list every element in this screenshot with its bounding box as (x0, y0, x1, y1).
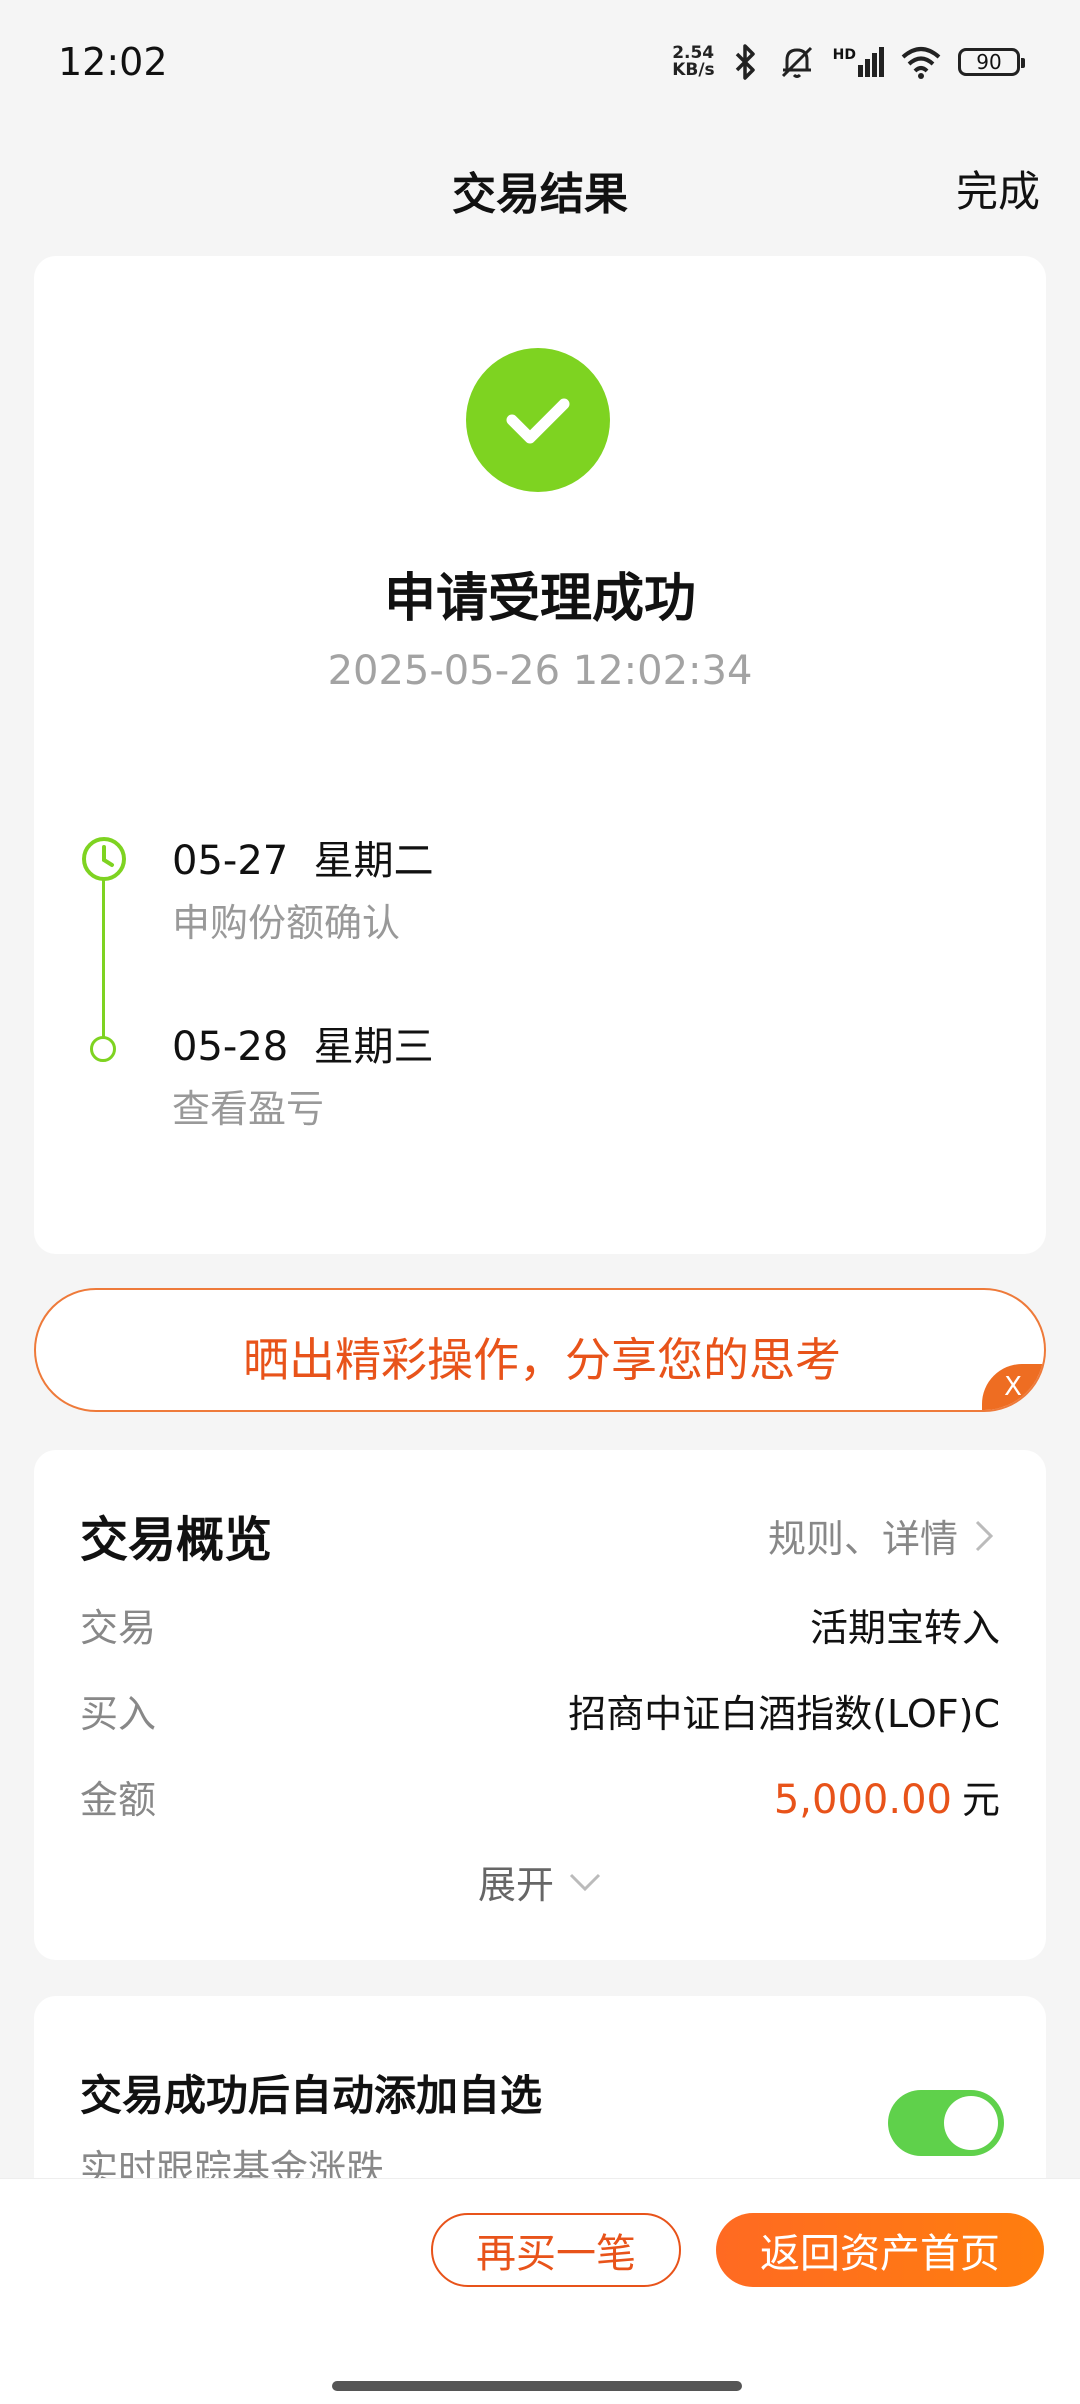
trade-overview-card: 交易概览 规则、详情 交易 活期宝转入 买入 招商中证白酒指数(LOF)C 金额… (34, 1450, 1046, 1960)
timeline-date: 05-27 星期二 (172, 838, 434, 884)
row-label: 金额 (80, 1777, 157, 1822)
auto-add-toggle[interactable] (888, 2090, 1004, 2156)
header: 交易结果 完成 (0, 130, 1080, 230)
overview-row-amount: 金额 5,000.00 元 (80, 1766, 1000, 1826)
result-timestamp: 2025-05-26 12:02:34 (327, 648, 753, 694)
timeline-desc: 查看盈亏 (172, 1087, 325, 1131)
amount-value: 5,000.00 (773, 1776, 952, 1823)
row-value: 活期宝转入 (809, 1605, 1000, 1650)
result-card: 申请受理成功 2025-05-26 12:02:34 05-27 星期二 申购份… (34, 256, 1046, 1254)
expand-label: 展开 (477, 1863, 554, 1907)
network-speed-unit: KB/s (672, 60, 715, 80)
auto-add-title: 交易成功后自动添加自选 (80, 2071, 543, 2120)
timeline-date: 05-28 星期三 (172, 1024, 434, 1070)
timeline-desc: 申购份额确认 (172, 901, 401, 945)
rules-details-label: 规则、详情 (767, 1517, 958, 1561)
row-value: 招商中证白酒指数(LOF)C (568, 1691, 1000, 1736)
chevron-right-icon (975, 1520, 994, 1551)
cellular-signal-icon: HD (833, 47, 884, 77)
done-button[interactable]: 完成 (956, 158, 1040, 219)
success-check-icon (466, 348, 610, 492)
timeline-item: 05-28 星期三 查看盈亏 (172, 1022, 434, 1134)
timeline-item: 05-27 星期二 申购份额确认 (172, 836, 434, 948)
status-time: 12:02 (58, 40, 168, 84)
battery-icon: 90 (958, 48, 1025, 76)
amount-unit: 元 (961, 1777, 1000, 1822)
status-icons: 2.54 KB/s HD 90 (672, 38, 1025, 86)
network-type: HD (832, 47, 856, 63)
share-banner[interactable]: 晒出精彩操作，分享您的思考 X (34, 1288, 1046, 1412)
battery-level: 90 (976, 50, 1002, 74)
toggle-knob (944, 2096, 998, 2150)
back-to-assets-home-button[interactable]: 返回资产首页 (716, 2213, 1044, 2287)
row-label: 买入 (80, 1691, 157, 1736)
mute-icon (781, 46, 812, 78)
overview-row-buy: 买入 招商中证白酒指数(LOF)C (80, 1680, 1000, 1740)
status-bar: 12:02 2.54 KB/s HD 90 (0, 0, 1080, 130)
share-text: 晒出精彩操作，分享您的思考 (243, 1333, 841, 1387)
bluetooth-icon (735, 44, 755, 80)
rules-details-link[interactable]: 规则、详情 (768, 1508, 994, 1563)
network-speed: 2.54 KB/s (672, 45, 714, 79)
expand-button[interactable]: 展开 (34, 1854, 1046, 1909)
chevron-down-icon (569, 1873, 601, 1891)
page-title: 交易结果 (452, 169, 628, 220)
home-indicator[interactable] (332, 2381, 742, 2391)
result-title: 申请受理成功 (383, 569, 696, 629)
amount-group: 5,000.00 元 (774, 1769, 1000, 1824)
overview-row-trade: 交易 活期宝转入 (80, 1594, 1000, 1654)
timeline-line (102, 866, 105, 1050)
timeline-dot (90, 1036, 116, 1062)
row-label: 交易 (80, 1605, 157, 1650)
overview-title: 交易概览 (80, 1512, 273, 1568)
bottom-action-bar: 再买一笔 返回资产首页 (0, 2178, 1080, 2404)
clock-icon (82, 837, 126, 881)
wifi-icon (901, 47, 941, 79)
buy-again-button[interactable]: 再买一笔 (431, 2213, 681, 2287)
